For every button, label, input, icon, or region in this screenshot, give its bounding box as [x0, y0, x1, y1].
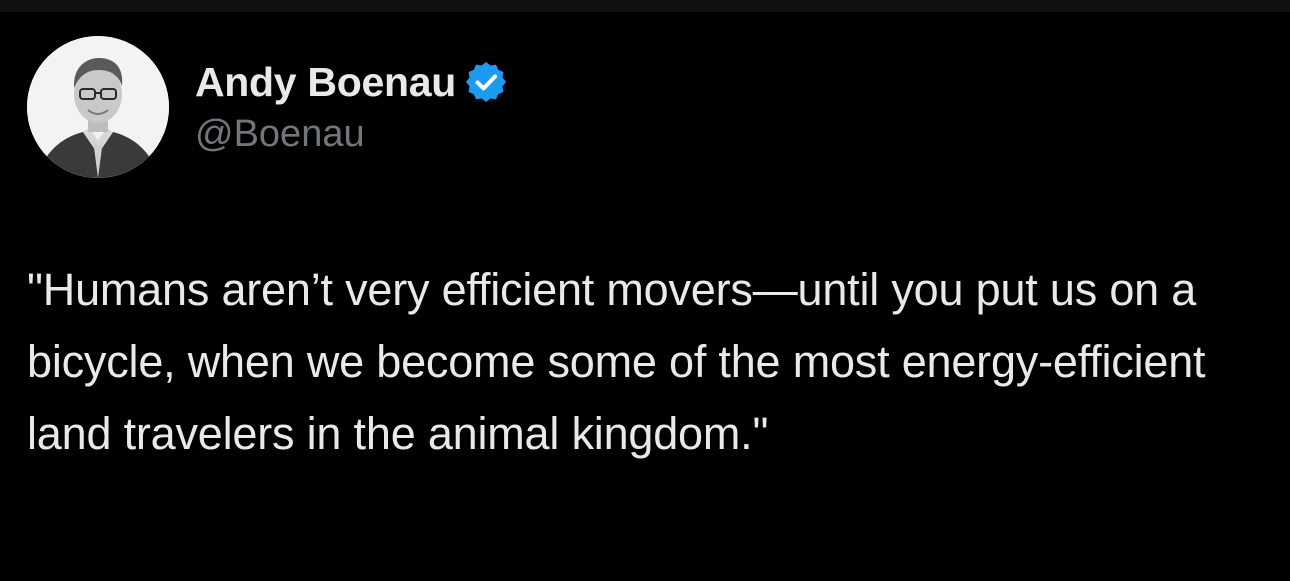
avatar[interactable] [27, 36, 169, 178]
tweet-screenshot: Andy Boenau @Boenau "Humans aren’t very … [0, 0, 1290, 581]
top-strip [0, 0, 1290, 12]
profile-photo-icon [27, 36, 169, 178]
tweet-text: "Humans aren’t very efficient movers—unt… [27, 264, 1206, 459]
user-block: Andy Boenau @Boenau [195, 56, 506, 158]
verified-badge-icon [465, 62, 506, 102]
display-name[interactable]: Andy Boenau [195, 56, 456, 108]
user-handle[interactable]: @Boenau [195, 110, 506, 158]
tweet-header: Andy Boenau @Boenau [27, 36, 506, 178]
name-row: Andy Boenau [195, 56, 506, 108]
